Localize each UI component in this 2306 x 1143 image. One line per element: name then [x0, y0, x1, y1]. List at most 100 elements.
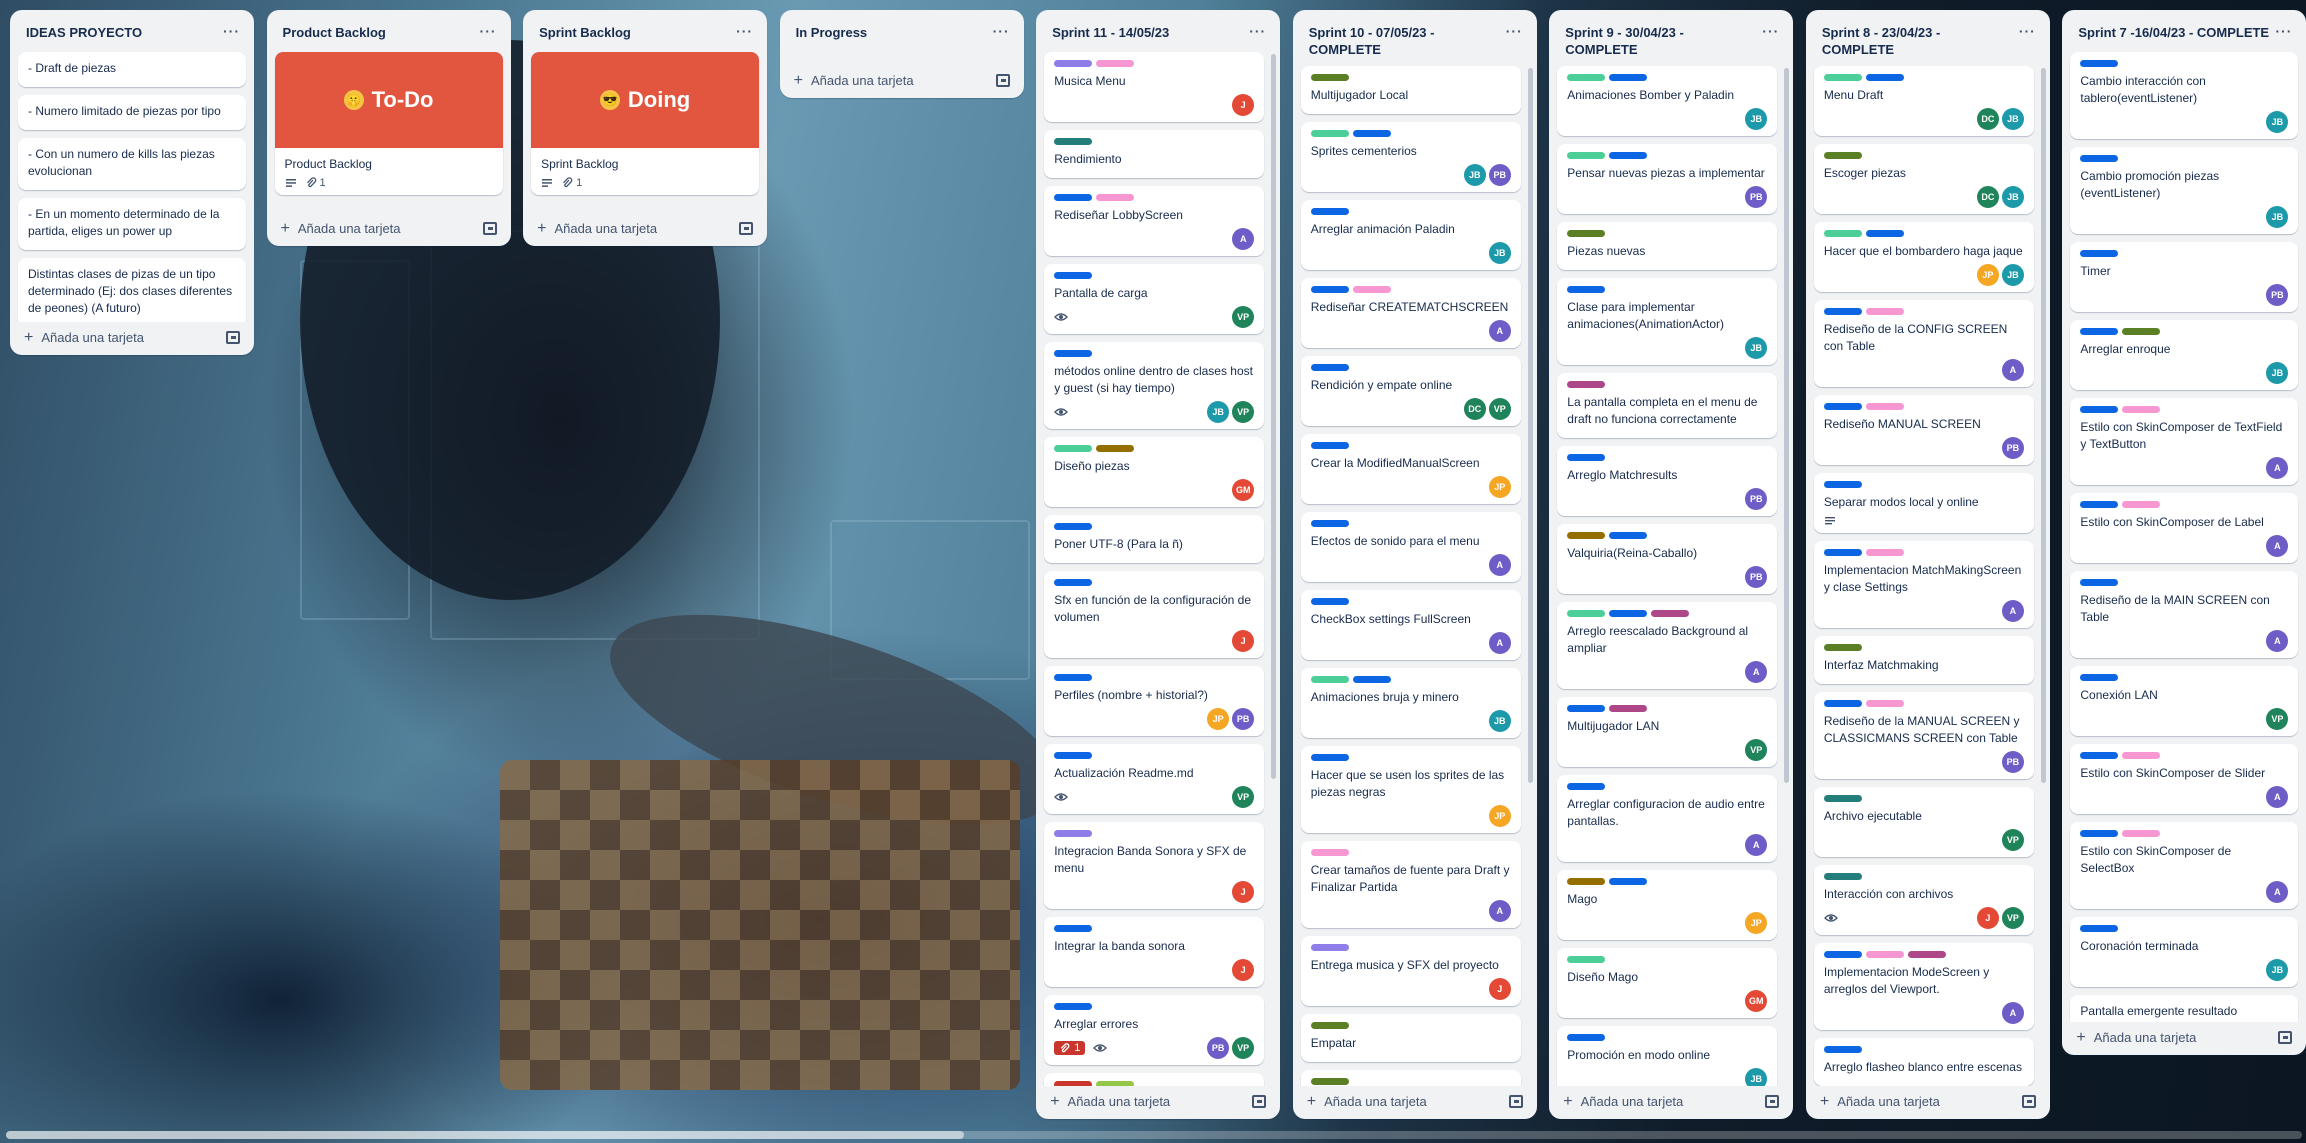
- label-blue[interactable]: [1054, 350, 1093, 357]
- card[interactable]: Rendimiento: [1044, 130, 1265, 178]
- cover-card[interactable]: 😎 Doing Sprint Backlog 1: [531, 52, 760, 195]
- card[interactable]: Pantalla de carga VP: [1044, 264, 1265, 334]
- card[interactable]: Arreglar configuracion de audio entre pa…: [1557, 775, 1778, 862]
- label-blue[interactable]: [2080, 250, 2119, 257]
- avatar[interactable]: A: [1232, 228, 1255, 250]
- create-from-template-icon[interactable]: [739, 222, 754, 235]
- card[interactable]: Rediseño de la MAIN SCREEN con Table A: [2070, 571, 2299, 658]
- avatar[interactable]: J: [1976, 907, 1999, 929]
- avatar[interactable]: PB: [1745, 186, 1768, 208]
- avatar[interactable]: JB: [1745, 337, 1768, 359]
- avatar[interactable]: J: [1488, 978, 1511, 1000]
- label-blue[interactable]: [1310, 286, 1349, 293]
- card[interactable]: Arreglo reescalado Background al ampliar…: [1557, 602, 1778, 689]
- label-blue[interactable]: [1609, 74, 1648, 81]
- label-blue[interactable]: [1567, 705, 1606, 712]
- label-blue[interactable]: [1567, 1034, 1606, 1041]
- label-blue[interactable]: [1054, 752, 1093, 759]
- card[interactable]: Empatar: [1300, 1014, 1521, 1062]
- label-blue[interactable]: [1823, 700, 1862, 707]
- card[interactable]: Rediseño de la MANUAL SCREEN y CLASSICMA…: [1813, 692, 2034, 779]
- label-green[interactable]: [1567, 74, 1606, 81]
- card[interactable]: Interacción con archivos J VP: [1813, 865, 2034, 935]
- list-menu-button[interactable]: ···: [993, 24, 1010, 38]
- label-blue[interactable]: [1054, 1003, 1093, 1010]
- add-card-button[interactable]: + Añada una tarjeta: [794, 72, 914, 88]
- list-title[interactable]: Sprint Backlog: [539, 24, 631, 41]
- avatar[interactable]: DC: [1463, 398, 1486, 420]
- list-scrollbar[interactable]: [1784, 68, 1790, 784]
- list-title[interactable]: In Progress: [796, 24, 868, 41]
- create-from-template-icon[interactable]: [482, 222, 497, 235]
- label-green[interactable]: [1567, 956, 1606, 963]
- label-magenta[interactable]: [1567, 381, 1606, 388]
- card[interactable]: Integrar la banda sonora J: [1044, 917, 1265, 987]
- list-menu-button[interactable]: ···: [1249, 24, 1266, 38]
- label-green[interactable]: [1567, 610, 1606, 617]
- card[interactable]: Menu Draft DC JB: [1813, 66, 2034, 136]
- card[interactable]: Pensar nuevas piezas a implementar PB: [1557, 144, 1778, 214]
- card[interactable]: Estilo con SkinComposer de Slider A: [2070, 744, 2299, 814]
- card[interactable]: Rediseñar CREATEMATCHSCREEN A: [1300, 278, 1521, 348]
- create-from-template-icon[interactable]: [226, 331, 240, 344]
- card[interactable]: Musica Menu J: [1044, 52, 1265, 122]
- list-title[interactable]: Sprint 7 -16/04/23 - COMPLETE: [2078, 24, 2269, 41]
- label-brown[interactable]: [1567, 878, 1606, 885]
- card[interactable]: Crear la ModifiedManualScreen JP: [1300, 434, 1521, 504]
- avatar[interactable]: J: [1232, 94, 1255, 116]
- label-magenta[interactable]: [1907, 951, 1946, 958]
- label-blue[interactable]: [1823, 1046, 1862, 1053]
- label-pink[interactable]: [1865, 549, 1904, 556]
- avatar[interactable]: VP: [2001, 829, 2024, 851]
- card[interactable]: Arreglo flasheo blanco entre escenas: [1813, 1038, 2034, 1086]
- card[interactable]: Animaciones bruja y minero JB: [1300, 668, 1521, 738]
- card[interactable]: Arreglar animación Paladin JB: [1300, 200, 1521, 270]
- card[interactable]: Promoción en modo online JB: [1557, 1026, 1778, 1086]
- label-blue[interactable]: [1865, 74, 1904, 81]
- list-scrollbar[interactable]: [1271, 54, 1277, 780]
- create-from-template-icon[interactable]: [1765, 1095, 1780, 1108]
- label-blue[interactable]: [1823, 403, 1862, 410]
- avatar[interactable]: JB: [2001, 264, 2024, 286]
- avatar[interactable]: A: [2266, 457, 2289, 479]
- card[interactable]: Implementacion MatchMakingScreen y clase…: [1813, 541, 2034, 628]
- add-card-button[interactable]: + Añada una tarjeta: [537, 220, 657, 236]
- avatar[interactable]: VP: [1232, 306, 1255, 328]
- label-blue[interactable]: [1054, 579, 1093, 586]
- add-card-button[interactable]: + Añada una tarjeta: [2076, 1029, 2196, 1045]
- avatar[interactable]: A: [2001, 600, 2024, 622]
- add-card-button[interactable]: + Añada una tarjeta: [24, 329, 144, 345]
- card[interactable]: Rediseño MANUAL SCREEN PB: [1813, 395, 2034, 465]
- label-blue[interactable]: [1054, 272, 1093, 279]
- label-blue[interactable]: [1567, 286, 1606, 293]
- list-title[interactable]: Sprint 10 - 07/05/23 - COMPLETE: [1309, 24, 1435, 58]
- label-magenta[interactable]: [1651, 610, 1690, 617]
- card[interactable]: Separar modos local y online: [1813, 473, 2034, 533]
- create-from-template-icon[interactable]: [995, 74, 1010, 87]
- create-from-template-icon[interactable]: [2278, 1031, 2293, 1044]
- label-blue[interactable]: [2080, 579, 2119, 586]
- card[interactable]: Rendicion: [1300, 1070, 1521, 1086]
- card[interactable]: Sfx en función de la configuración de vo…: [1044, 571, 1265, 658]
- card[interactable]: Arreglar enroque JB: [2070, 320, 2299, 390]
- card[interactable]: Cambio promoción piezas (eventListener) J…: [2070, 147, 2299, 234]
- list-menu-button[interactable]: ···: [736, 24, 753, 38]
- avatar[interactable]: JB: [2266, 206, 2289, 228]
- label-blue[interactable]: [1823, 549, 1862, 556]
- label-brown[interactable]: [1096, 445, 1135, 452]
- horizontal-scrollbar[interactable]: [6, 1131, 2302, 1139]
- label-olive[interactable]: [1310, 1022, 1349, 1029]
- card[interactable]: - Numero limitado de piezas por tipo: [18, 95, 246, 130]
- label-pink[interactable]: [1865, 951, 1904, 958]
- label-blue[interactable]: [1310, 754, 1349, 761]
- avatar[interactable]: A: [1745, 834, 1768, 856]
- label-purple[interactable]: [1054, 60, 1093, 67]
- card[interactable]: Actualización Readme.md VP: [1044, 744, 1265, 814]
- list-title[interactable]: Sprint 9 - 30/04/23 - COMPLETE: [1565, 24, 1684, 58]
- label-purple[interactable]: [1310, 944, 1349, 951]
- card[interactable]: Diseño Mago GM: [1557, 948, 1778, 1018]
- card[interactable]: Clase para implementar animaciones(Anima…: [1557, 278, 1778, 365]
- avatar[interactable]: A: [2266, 786, 2289, 808]
- avatar[interactable]: JP: [1488, 476, 1511, 498]
- label-blue[interactable]: [1310, 520, 1349, 527]
